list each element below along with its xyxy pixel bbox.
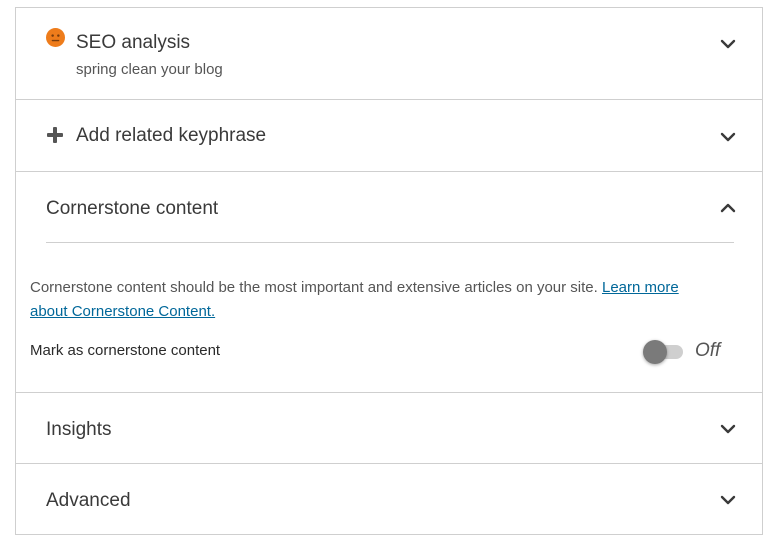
seo-analysis-section[interactable]: SEO analysis spring clean your blog: [16, 8, 762, 100]
insights-title: Insights: [46, 419, 112, 440]
toggle-knob: [643, 340, 667, 364]
chevron-down-icon[interactable]: [720, 421, 736, 437]
cornerstone-toggle[interactable]: [643, 340, 687, 364]
seo-analysis-title: SEO analysis: [76, 32, 191, 53]
chevron-down-icon[interactable]: [720, 36, 736, 52]
chevron-up-icon[interactable]: [720, 200, 736, 216]
mark-cornerstone-label: Mark as cornerstone content: [30, 342, 221, 359]
section-divider: [46, 242, 734, 243]
plus-icon: [47, 127, 63, 143]
cornerstone-title[interactable]: Cornerstone content: [46, 198, 218, 220]
insights-section[interactable]: Insights: [15, 393, 763, 464]
toggle-state-label: Off: [695, 340, 721, 361]
advanced-title: Advanced: [46, 490, 131, 511]
related-keyphrase-section[interactable]: Add related keyphrase: [16, 100, 762, 172]
chevron-down-icon[interactable]: [720, 492, 736, 508]
neutral-face-icon: [46, 28, 65, 47]
cornerstone-description: Cornerstone content should be the most i…: [30, 276, 720, 324]
seo-analysis-subtitle: spring clean your blog: [76, 61, 223, 78]
chevron-down-icon[interactable]: [720, 129, 736, 145]
related-keyphrase-title: Add related keyphrase: [76, 125, 267, 146]
advanced-section[interactable]: Advanced: [15, 464, 763, 535]
cornerstone-description-text: Cornerstone content should be the most i…: [30, 279, 598, 296]
